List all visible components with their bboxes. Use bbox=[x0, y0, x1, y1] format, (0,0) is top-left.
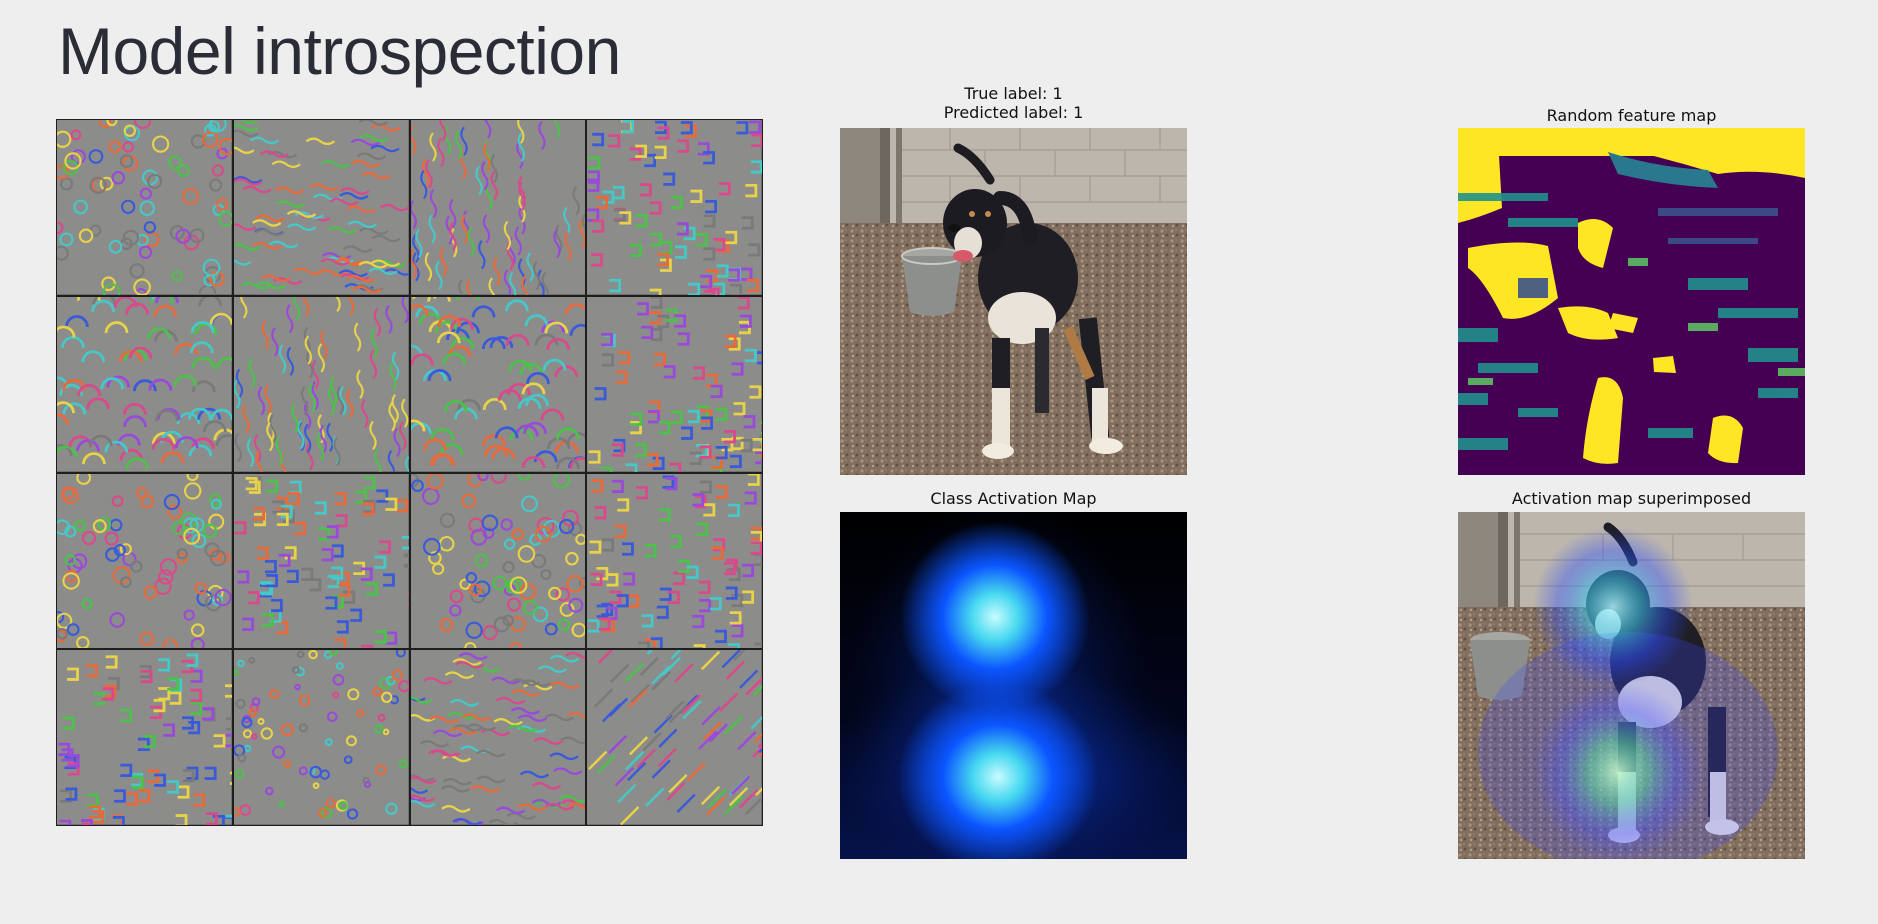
filter-tile bbox=[233, 473, 409, 649]
class-activation-map-image bbox=[840, 512, 1187, 859]
filter-tile bbox=[233, 650, 409, 825]
filter-tile bbox=[233, 296, 409, 472]
random-feature-map-image bbox=[1458, 128, 1805, 475]
filter-tile bbox=[57, 473, 232, 649]
original-dog-image bbox=[840, 128, 1187, 475]
filter-tile bbox=[233, 120, 409, 295]
filter-tile bbox=[57, 120, 232, 295]
filter-tile bbox=[410, 650, 586, 825]
filter-tile bbox=[57, 650, 232, 825]
superimposed-caption: Activation map superimposed bbox=[1511, 489, 1752, 508]
filter-tile bbox=[410, 473, 586, 649]
filter-tile bbox=[587, 120, 762, 295]
superimposed-activation-image bbox=[1458, 512, 1805, 859]
feature-map-caption: Random feature map bbox=[1546, 106, 1717, 125]
predicted-label-text: Predicted label: 1 bbox=[943, 103, 1084, 122]
true-label-text: True label: 1 bbox=[964, 84, 1063, 103]
cam-caption: Class Activation Map bbox=[930, 489, 1097, 508]
slide-title: Model introspection bbox=[58, 14, 621, 88]
filter-tile bbox=[587, 296, 762, 472]
filter-tile bbox=[587, 473, 762, 649]
filter-tile bbox=[410, 296, 586, 472]
slide: Model introspection True label: 1 Predic… bbox=[0, 0, 1878, 924]
filter-tile bbox=[587, 650, 762, 825]
filter-tile bbox=[57, 296, 232, 472]
filter-tile bbox=[410, 120, 586, 295]
filter-visualization-grid bbox=[56, 119, 763, 826]
original-image-caption: True label: 1 Predicted label: 1 bbox=[840, 84, 1187, 122]
